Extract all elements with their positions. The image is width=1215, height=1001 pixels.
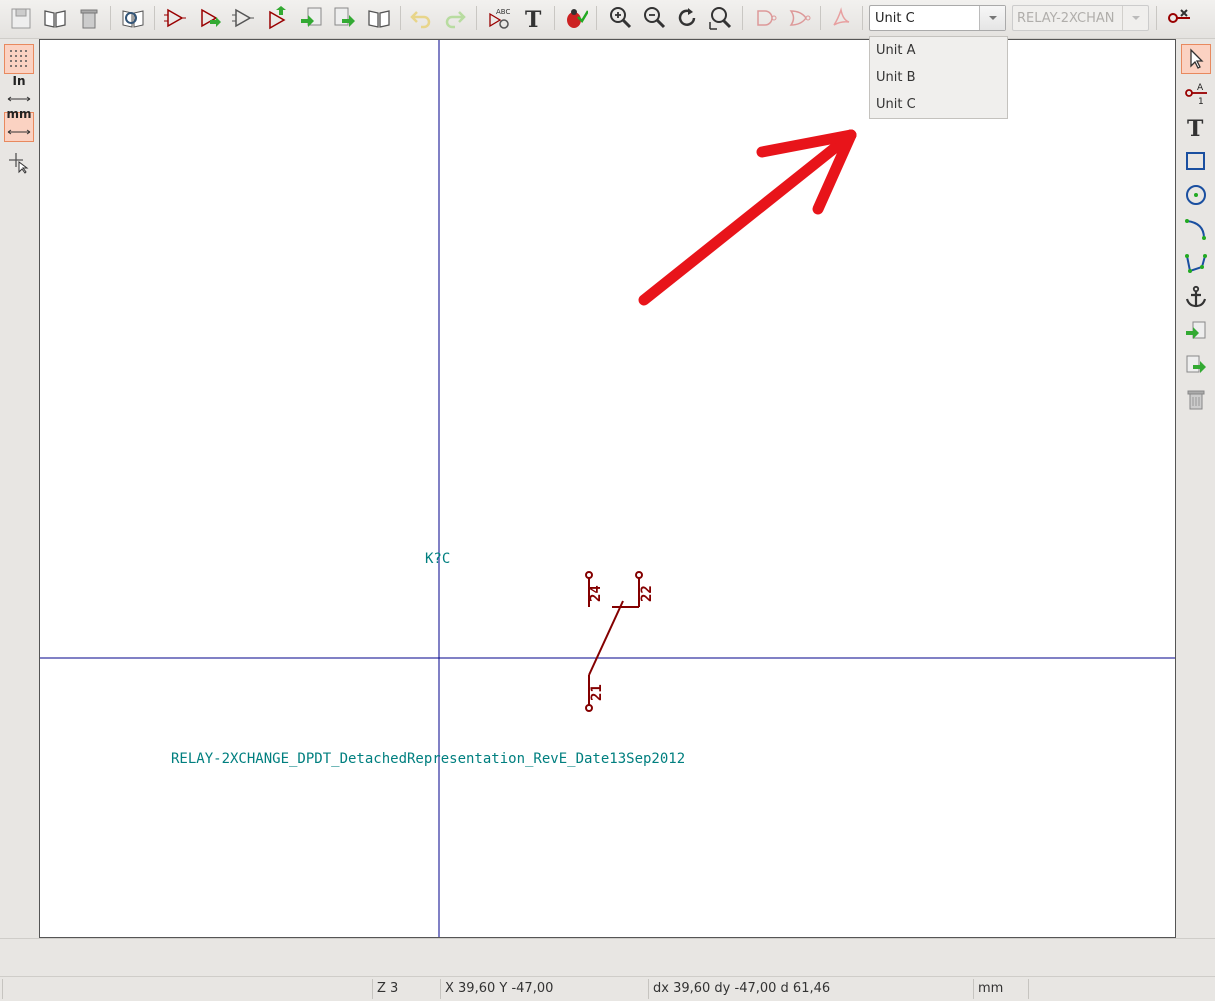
inch-units-button[interactable]: In (4, 75, 34, 109)
status-message (2, 979, 372, 999)
unit-select[interactable]: Unit C (869, 5, 1006, 31)
cursor-icon[interactable] (4, 147, 34, 177)
pin-table-icon[interactable] (1164, 3, 1194, 33)
de-morgan-normal-icon[interactable] (750, 3, 780, 33)
double-arrow-icon (7, 129, 31, 134)
add-circle-icon[interactable] (1181, 180, 1211, 210)
add-polyline-icon[interactable] (1181, 248, 1211, 278)
library-book-icon[interactable] (364, 3, 394, 33)
new-library-icon[interactable] (6, 3, 36, 33)
svg-text:T: T (525, 7, 542, 31)
undo-icon[interactable] (406, 3, 436, 33)
status-units: mm (973, 979, 1028, 999)
edit-properties-icon[interactable]: ABC (484, 3, 514, 33)
de-morgan-convert-icon[interactable] (784, 3, 814, 33)
datasheet-pdf-icon[interactable] (826, 3, 856, 33)
annotation-arrow (638, 129, 857, 306)
open-library-icon[interactable] (40, 3, 70, 33)
reference-designator: K?C (425, 551, 450, 567)
unit-dropdown-menu: Unit A Unit B Unit C (869, 36, 1008, 119)
zoom-redraw-icon[interactable] (672, 3, 702, 33)
zoom-fit-icon[interactable] (705, 3, 735, 33)
inch-label: In (12, 73, 26, 88)
delete-icon[interactable] (1181, 384, 1211, 414)
status-bar: Z 3 X 39,60 Y -47,00 dx 39,60 dy -47,00 … (0, 976, 1215, 1001)
redo-icon[interactable] (440, 3, 470, 33)
svg-text:T: T (1187, 116, 1204, 139)
derived-component-icon[interactable] (228, 3, 258, 33)
drawing-canvas[interactable]: K?C RELAY-2XCHANGE_DPDT_DetachedRepresen… (39, 39, 1176, 938)
pin-glyph: A (1197, 83, 1204, 93)
unit-option-a[interactable]: Unit A (870, 37, 1007, 64)
delete-library-icon[interactable] (74, 3, 104, 33)
svg-text:ABC: ABC (496, 8, 510, 16)
erc-check-icon[interactable] (560, 3, 590, 33)
chevron-down-icon[interactable] (979, 6, 1005, 30)
import-shape-icon[interactable] (1181, 316, 1211, 346)
pin-number-22: 22 (639, 585, 655, 602)
zoom-in-icon[interactable] (605, 3, 635, 33)
left-toolbar: In mm (0, 39, 38, 937)
status-extra (1028, 979, 1213, 999)
status-zoom: Z 3 (372, 979, 440, 999)
pin-number-24: 24 (588, 585, 604, 602)
export-shape-icon[interactable] (1181, 350, 1211, 380)
add-text-icon[interactable]: T (1181, 112, 1211, 142)
zoom-out-icon[interactable] (639, 3, 669, 33)
browse-library-icon[interactable] (118, 3, 148, 33)
part-select-value: RELAY-2XCHAN (1017, 11, 1115, 26)
unit-option-c[interactable]: Unit C (870, 91, 1007, 118)
grid-icon[interactable] (4, 44, 34, 74)
anchor-icon[interactable] (1181, 282, 1211, 312)
unit-select-value: Unit C (875, 11, 915, 26)
status-coordinates: X 39,60 Y -47,00 (440, 979, 648, 999)
select-arrow-icon[interactable] (1181, 44, 1211, 74)
message-panel (0, 938, 1215, 976)
status-delta: dx 39,60 dy -47,00 d 61,46 (648, 979, 973, 999)
pin-glyph-num: 1 (1198, 97, 1204, 105)
unit-option-b[interactable]: Unit B (870, 64, 1007, 91)
chevron-down-icon (1122, 6, 1148, 30)
add-pin-icon[interactable]: A1 (1181, 78, 1211, 108)
add-arc-icon[interactable] (1181, 214, 1211, 244)
main-toolbar: ABC T Unit C RELAY-2XCHAN (0, 0, 1215, 39)
pin-number-21: 21 (589, 684, 605, 701)
add-rectangle-icon[interactable] (1181, 146, 1211, 176)
import-icon[interactable] (296, 3, 326, 33)
part-select: RELAY-2XCHAN (1012, 5, 1149, 31)
export-icon[interactable] (330, 3, 360, 33)
component-value: RELAY-2XCHANGE_DPDT_DetachedRepresentati… (171, 751, 685, 767)
mm-label: mm (6, 106, 32, 121)
load-component-icon[interactable] (194, 3, 224, 33)
save-component-icon[interactable] (262, 3, 292, 33)
mm-units-button[interactable]: mm (4, 108, 34, 142)
text-icon[interactable]: T (518, 3, 548, 33)
new-component-icon[interactable] (160, 3, 190, 33)
right-toolbar: A1 T (1177, 39, 1215, 937)
